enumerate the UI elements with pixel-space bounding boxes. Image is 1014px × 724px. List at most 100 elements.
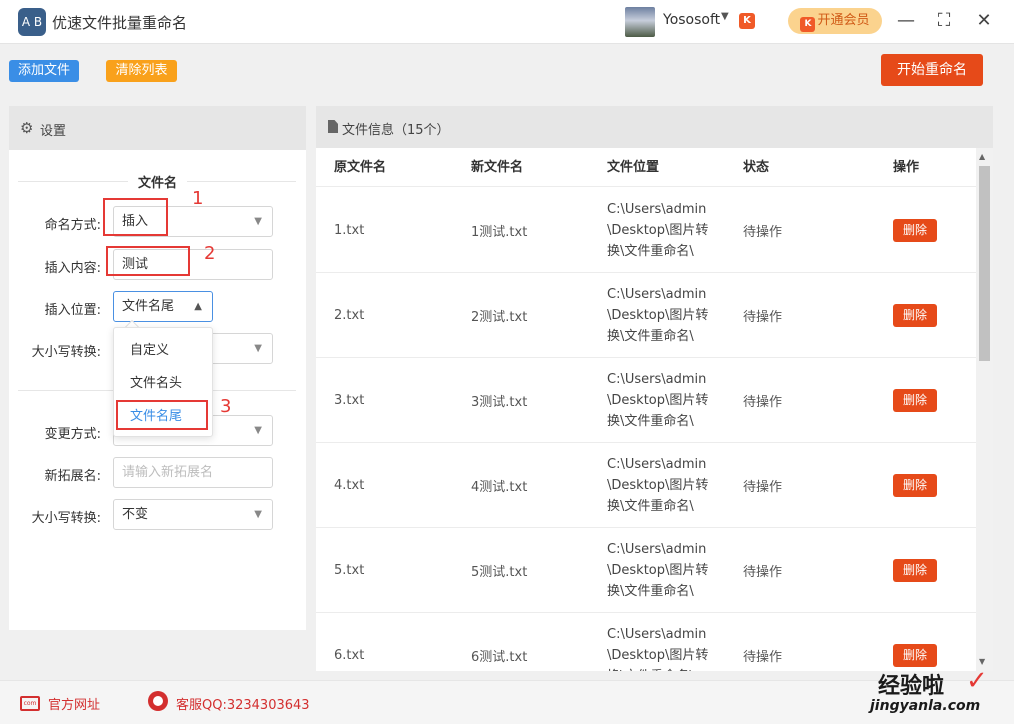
- brand-badge-icon: K: [739, 13, 755, 29]
- delete-button[interactable]: 删除: [893, 219, 937, 242]
- dropdown-option-head[interactable]: 文件名头: [114, 367, 214, 400]
- cell-new-name: 3测试.txt: [471, 395, 528, 410]
- annotation-number-1: 1: [192, 188, 204, 209]
- scrollbar-thumb[interactable]: [979, 166, 990, 361]
- cell-new-name: 1测试.txt: [471, 225, 528, 240]
- cell-location: C:\Users\admin\Desktop\图片转换\文件重命名\: [607, 372, 709, 429]
- vip-button[interactable]: K 开通会员: [788, 8, 882, 34]
- cell-new-name: 4测试.txt: [471, 480, 528, 495]
- extension-case-label: 大小写转换:: [31, 511, 101, 526]
- insert-position-label: 插入位置:: [44, 303, 101, 318]
- table-row[interactable]: 1.txt 1测试.txt C:\Users\admin\Desktop\图片转换\…: [316, 188, 976, 273]
- cell-location: C:\Users\admin\Desktop\图片转换\文件重命名\: [607, 457, 709, 514]
- chevron-down-icon: ▼: [254, 425, 262, 436]
- column-header-location[interactable]: 文件位置: [607, 148, 659, 187]
- insert-content-label: 插入内容:: [44, 261, 101, 276]
- website-link[interactable]: 官方网址: [48, 694, 100, 713]
- chevron-down-icon: ▼: [254, 216, 262, 227]
- cell-original-name: 5.txt: [334, 563, 365, 578]
- table-row[interactable]: 3.txt 3测试.txt C:\Users\admin\Desktop\图片转换\…: [316, 358, 976, 443]
- title-bar: A B 优速文件批量重命名 Yososoft ▼ K K 开通会员 — ⛶ ✕: [0, 0, 1014, 44]
- close-button[interactable]: ✕: [973, 10, 995, 32]
- cell-original-name: 6.txt: [334, 648, 365, 663]
- scroll-down-icon[interactable]: ▼: [979, 657, 985, 666]
- annotation-box-2: [106, 246, 190, 276]
- table-row[interactable]: 4.txt 4测试.txt C:\Users\admin\Desktop\图片转换\…: [316, 443, 976, 528]
- chevron-up-icon: ▲: [194, 301, 202, 312]
- support-icon: [148, 691, 168, 711]
- cell-status: 待操作: [743, 565, 783, 580]
- minimize-button[interactable]: —: [895, 10, 917, 32]
- column-header-original[interactable]: 原文件名: [334, 148, 386, 187]
- cell-status: 待操作: [743, 650, 783, 665]
- watermark-title: 经验啦: [878, 674, 945, 699]
- delete-button[interactable]: 删除: [893, 559, 937, 582]
- cell-original-name: 2.txt: [334, 308, 365, 323]
- cell-location: C:\Users\admin\Desktop\图片转换\文件重命名\: [607, 542, 709, 599]
- change-mode-label: 变更方式:: [44, 427, 101, 442]
- extension-case-select[interactable]: 不变 ▼: [113, 499, 273, 530]
- case-conversion-label: 大小写转换:: [31, 345, 101, 360]
- app-logo-icon: A B: [18, 8, 46, 36]
- cell-original-name: 1.txt: [334, 223, 365, 238]
- annotation-box-3: [116, 400, 208, 430]
- cell-location: C:\Users\admin\Desktop\图片转换\文件重命名\: [607, 627, 709, 671]
- cell-status: 待操作: [743, 395, 783, 410]
- file-info-panel: 文件信息（15个） 原文件名 新文件名 文件位置 状态 操作 1.txt 1测试.…: [316, 106, 993, 671]
- website-icon: com: [20, 696, 40, 711]
- dropdown-option-custom[interactable]: 自定义: [114, 334, 214, 367]
- cell-new-name: 6测试.txt: [471, 650, 528, 665]
- cell-status: 待操作: [743, 310, 783, 325]
- start-rename-button[interactable]: 开始重命名: [881, 54, 983, 86]
- column-header-action[interactable]: 操作: [893, 148, 919, 187]
- file-info-header: 文件信息（15个）: [316, 106, 993, 148]
- cell-status: 待操作: [743, 480, 783, 495]
- chevron-down-icon: ▼: [254, 343, 262, 354]
- avatar[interactable]: [625, 7, 655, 37]
- cell-status: 待操作: [743, 225, 783, 240]
- table-row[interactable]: 5.txt 5测试.txt C:\Users\admin\Desktop\图片转换\…: [316, 528, 976, 613]
- delete-button[interactable]: 删除: [893, 474, 937, 497]
- add-files-button[interactable]: 添加文件: [9, 60, 79, 82]
- watermark-url: jingyanla.com: [870, 698, 981, 714]
- vip-icon: K: [800, 17, 816, 32]
- delete-button[interactable]: 删除: [893, 389, 937, 412]
- clear-list-button[interactable]: 清除列表: [106, 60, 177, 82]
- settings-header: ⚙ 设置: [9, 106, 306, 150]
- delete-button[interactable]: 删除: [893, 304, 937, 327]
- cell-location: C:\Users\admin\Desktop\图片转换\文件重命名\: [607, 287, 709, 344]
- new-extension-label: 新拓展名:: [44, 469, 101, 484]
- support-qq[interactable]: 客服QQ:3234303643: [176, 694, 310, 713]
- scroll-up-icon[interactable]: ▲: [979, 152, 985, 161]
- section-title-filename: 文件名: [9, 172, 306, 191]
- chevron-down-icon[interactable]: ▼: [721, 11, 729, 22]
- chevron-down-icon: ▼: [254, 509, 262, 520]
- footer: com 官方网址 客服QQ:3234303643: [0, 680, 1014, 724]
- cell-new-name: 5测试.txt: [471, 565, 528, 580]
- annotation-number-2: 2: [204, 243, 216, 264]
- app-title: 优速文件批量重命名: [52, 14, 188, 32]
- file-icon: [328, 120, 338, 133]
- table-header: 原文件名 新文件名 文件位置 状态 操作: [316, 148, 976, 187]
- settings-title: 设置: [40, 124, 67, 139]
- delete-button[interactable]: 删除: [893, 644, 937, 667]
- watermark: 经验啦 ✓ jingyanla.com: [870, 666, 1010, 722]
- new-extension-input[interactable]: 请输入新拓展名: [113, 457, 273, 488]
- check-icon: ✓: [966, 666, 988, 696]
- annotation-number-3: 3: [220, 396, 232, 417]
- column-header-new[interactable]: 新文件名: [471, 148, 523, 187]
- cell-original-name: 4.txt: [334, 478, 365, 493]
- column-header-status[interactable]: 状态: [743, 148, 769, 187]
- table-row[interactable]: 6.txt 6测试.txt C:\Users\admin\Desktop\图片转换\…: [316, 613, 976, 671]
- naming-mode-label: 命名方式:: [44, 218, 101, 233]
- cell-original-name: 3.txt: [334, 393, 365, 408]
- maximize-button[interactable]: ⛶: [933, 10, 955, 32]
- insert-position-select[interactable]: 文件名尾 ▲: [113, 291, 213, 322]
- vip-label: 开通会员: [817, 13, 870, 28]
- file-info-title: 文件信息（15个）: [342, 123, 450, 138]
- annotation-box-1: [103, 198, 168, 236]
- cell-location: C:\Users\admin\Desktop\图片转换\文件重命名\: [607, 202, 709, 259]
- username[interactable]: Yososoft: [663, 12, 720, 28]
- table-row[interactable]: 2.txt 2测试.txt C:\Users\admin\Desktop\图片转换\…: [316, 273, 976, 358]
- gear-icon: ⚙: [20, 119, 34, 137]
